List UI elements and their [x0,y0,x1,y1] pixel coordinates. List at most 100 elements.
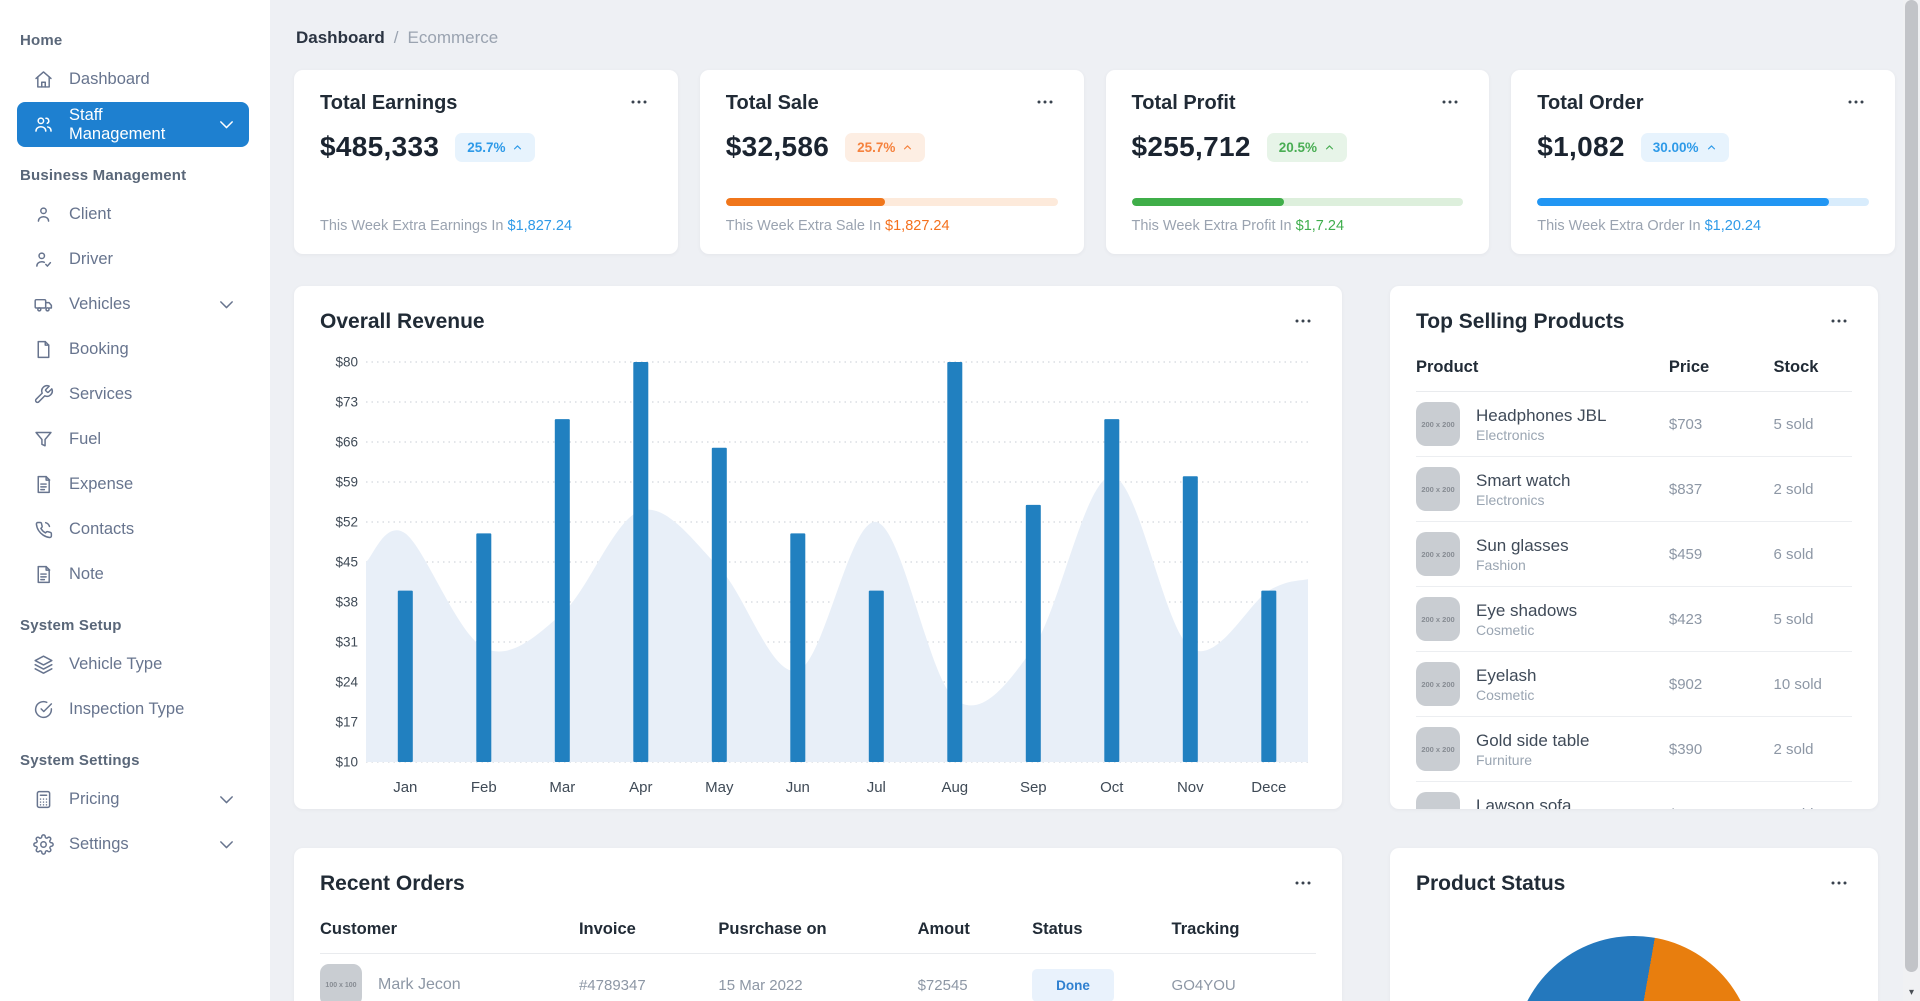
product-price: $423 [1669,587,1774,652]
chevron-down-icon [216,114,237,135]
order-customer: Mark Jecon [378,976,461,994]
product-stock: 2 sold [1774,717,1853,782]
breadcrumb-section: Ecommerce [408,28,499,48]
product-name: Gold side table [1476,730,1589,751]
stat-card-menu-button[interactable] [1032,93,1058,115]
phone-icon [33,519,54,540]
product-row-headphones-jbl[interactable]: 200 x 200Headphones JBLElectronics$7035 … [1416,392,1852,457]
stat-progress-bar [726,198,1058,206]
stat-card-footer-amount: $1,20.24 [1705,218,1761,234]
overall-revenue-menu-button[interactable] [1290,311,1316,333]
overall-revenue-chart: $10$17$24$31$38$45$52$59$66$73$80JanFebM… [320,348,1316,805]
top-selling-products-card: Top Selling Products Product Price Stock… [1390,286,1878,809]
sidebar-item-contacts[interactable]: Contacts [17,507,249,552]
sidebar-item-client[interactable]: Client [17,192,249,237]
sidebar-item-vehicles[interactable]: Vehicles [17,282,249,327]
sidebar-item-pricing[interactable]: Pricing [17,777,249,822]
order-row-mark-jecon[interactable]: 100 x 100Mark Jecon#478934715 Mar 2022$7… [320,954,1316,1001]
stat-card-value: $255,712 [1132,131,1251,163]
sidebar-item-vehicle-type[interactable]: Vehicle Type [17,642,249,687]
person-icon [33,204,54,225]
chevron-up-icon [512,142,523,153]
sidebar-item-label: Settings [69,835,129,854]
product-price: $837 [1669,457,1774,522]
product-name: Smart watch [1476,470,1570,491]
x-axis-tick-label: Feb [471,779,497,796]
stat-progress-fill [1537,198,1829,206]
recent-orders-menu-button[interactable] [1290,873,1316,895]
sidebar-item-expense[interactable]: Expense [17,462,249,507]
sidebar-item-fuel[interactable]: Fuel [17,417,249,462]
x-axis-tick-label: Sep [1020,779,1047,796]
chevron-down-icon [216,789,237,810]
product-row-smart-watch[interactable]: 200 x 200Smart watchElectronics$8372 sol… [1416,457,1852,522]
chevron-up-icon [902,142,913,153]
stat-change-badge: 25.7% [845,133,925,162]
sidebar-item-inspection-type[interactable]: Inspection Type [17,687,249,732]
x-axis-tick-label: Mar [549,779,575,796]
stat-progress-fill [726,198,885,206]
breadcrumb-current[interactable]: Dashboard [296,28,385,48]
dots-menu-icon [1828,312,1850,330]
top-selling-products-menu-button[interactable] [1826,311,1852,333]
y-axis-tick-label: $17 [335,715,358,730]
stat-card-menu-button[interactable] [626,93,652,115]
sidebar-item-dashboard[interactable]: Dashboard [17,57,249,102]
top-selling-products-table: Product Price Stock 200 x 200Headphones … [1416,348,1852,809]
stat-card-title: Total Sale [726,92,819,115]
main-content: Dashboard / Ecommerce Total Earnings$485… [270,0,1920,1001]
product-row-sun-glasses[interactable]: 200 x 200Sun glassesFashion$4596 sold [1416,522,1852,587]
sidebar-item-label: Inspection Type [69,700,184,719]
stat-card-value: $485,333 [320,131,439,163]
sidebar-item-booking[interactable]: Booking [17,327,249,372]
sidebar-item-note[interactable]: Note [17,552,249,597]
product-row-gold-side-table[interactable]: 200 x 200Gold side tableFurniture$3902 s… [1416,717,1852,782]
orders-col-tracking: Tracking [1172,910,1316,954]
orders-col-invoice: Invoice [579,910,718,954]
gear-icon [33,834,54,855]
breadcrumb: Dashboard / Ecommerce [296,28,1895,48]
product-name: Headphones JBL [1476,405,1606,426]
stat-card-menu-button[interactable] [1843,93,1869,115]
sidebar-item-settings[interactable]: Settings [17,822,249,867]
revenue-bar-feb [476,533,491,762]
sidebar-item-driver[interactable]: Driver [17,237,249,282]
stat-change-value: 20.5% [1279,140,1317,155]
orders-col-purchase: Pusrchase on [718,910,917,954]
sidebar-item-label: Booking [69,340,129,359]
sidebar-item-label: Services [69,385,132,404]
y-axis-tick-label: $52 [335,515,358,530]
sidebar: HomeDashboardStaff ManagementBusiness Ma… [0,0,270,1001]
order-tracking: GO4YOU [1172,954,1316,1001]
sidebar-section-label-system-settings: System Settings [20,752,250,769]
stat-card-footer: This Week Extra Order In $1,20.24 [1537,218,1869,234]
product-price: $459 [1669,522,1774,587]
product-row-eyelash[interactable]: 200 x 200EyelashCosmetic$90210 sold [1416,652,1852,717]
sidebar-item-label: Fuel [69,430,101,449]
stat-change-badge: 20.5% [1267,133,1347,162]
order-status-badge: Done [1032,969,1114,1001]
orders-col-amount: Amout [918,910,1033,954]
sidebar-item-staff-management[interactable]: Staff Management [17,102,249,147]
scrollbar-down-arrow[interactable]: ▾ [1903,985,1920,999]
y-axis-tick-label: $45 [335,555,358,570]
product-status-menu-button[interactable] [1826,873,1852,895]
y-axis-tick-label: $80 [335,355,358,370]
y-axis-tick-label: $38 [335,595,358,610]
customer-avatar: 100 x 100 [320,964,362,1001]
revenue-bar-oct [1104,419,1119,762]
scrollbar-thumb[interactable] [1905,0,1918,972]
product-thumbnail: 200 x 200 [1416,727,1460,771]
sidebar-item-label: Contacts [69,520,134,539]
product-category: Cosmetic [1476,622,1577,638]
stat-card-menu-button[interactable] [1437,93,1463,115]
product-thumbnail: 200 x 200 [1416,597,1460,641]
stat-card-footer: This Week Extra Earnings In $1,827.24 [320,218,652,234]
sidebar-item-services[interactable]: Services [17,372,249,417]
product-status-card: Product Status [1390,848,1878,1001]
product-row-lawson-sofa[interactable]: 200 x 200Lawson sofaFurniture$9025 sold [1416,782,1852,810]
y-axis-tick-label: $24 [335,675,358,690]
product-row-eye-shadows[interactable]: 200 x 200Eye shadowsCosmetic$4235 sold [1416,587,1852,652]
revenue-bar-may [712,448,727,762]
sidebar-item-label: Note [69,565,104,584]
